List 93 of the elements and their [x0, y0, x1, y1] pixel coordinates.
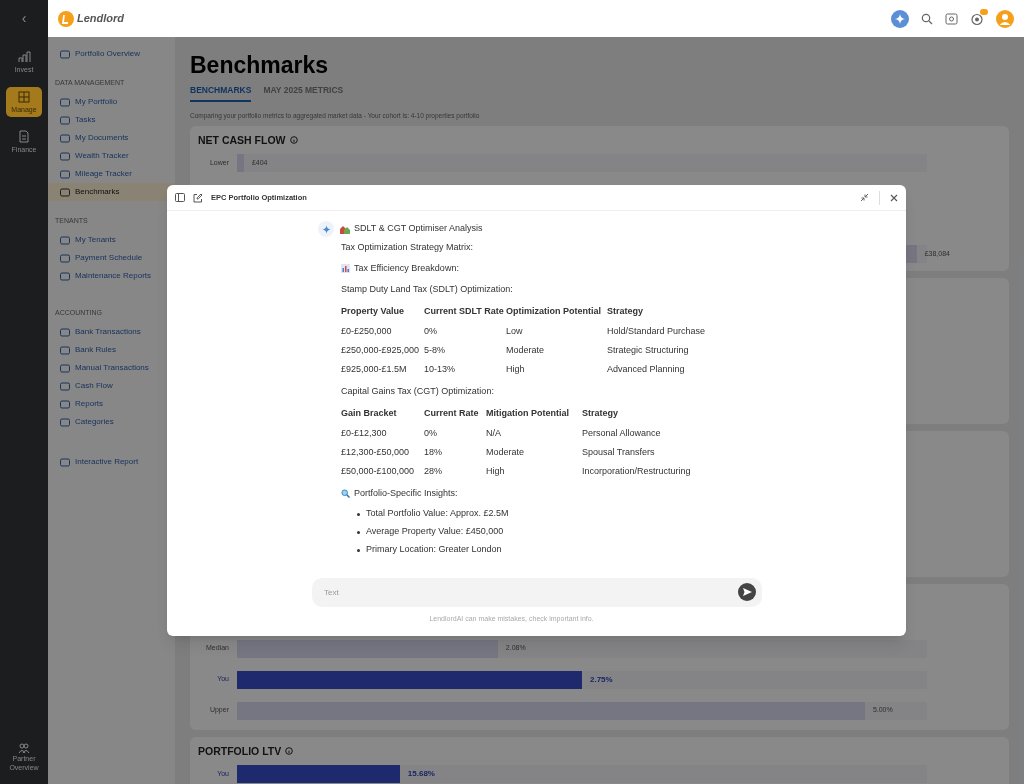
sidebar-item[interactable]: Portfolio Overview: [48, 45, 175, 63]
send-icon[interactable]: [738, 582, 756, 601]
message-heading: SDLT & CGT Optimiser Analysis: [354, 222, 483, 236]
menu-item-icon: [60, 49, 70, 59]
bullet: [357, 548, 360, 552]
bar-chart-icon: [341, 264, 350, 273]
card-title: NET CASH FLOW: [198, 132, 286, 148]
table-cell-text: Advanced Planning: [607, 362, 686, 376]
sidebar-item[interactable]: Payment Schedule: [48, 249, 175, 267]
column-header: Current SDLT Rate: [424, 305, 505, 319]
info-icon[interactable]: [289, 136, 298, 145]
table-cell-text: £12,300-£50,000: [341, 445, 411, 459]
table-cell-text: Spousal Transfers: [582, 445, 656, 459]
notification-icon[interactable]: [970, 11, 984, 26]
back-button[interactable]: ‹: [21, 8, 27, 29]
table-cell-text: £50,000-£100,000: [341, 464, 416, 478]
sidebar-item[interactable]: Bank Transactions: [48, 323, 175, 341]
message-text: Tax Optimization Strategy Matrix:: [341, 240, 474, 254]
table-cell-text: Incorporation/Restructuring: [582, 464, 692, 478]
table-cell-text: N/A: [486, 426, 502, 440]
houses-icon: [340, 224, 350, 234]
sidebar-item[interactable]: Maintenance Reports: [48, 267, 175, 285]
message-input[interactable]: Text: [312, 577, 762, 607]
table-cell-text: High: [506, 362, 526, 376]
table-cell-text: 28%: [424, 464, 443, 478]
sidebar-item[interactable]: My Documents: [48, 129, 175, 147]
grid-icon: [18, 90, 30, 103]
table-cell-text: £0-£250,000: [341, 324, 393, 338]
table-cell-text: Moderate: [506, 343, 546, 357]
screen-icon[interactable]: [945, 12, 958, 25]
sidebar-item[interactable]: Benchmarks: [48, 183, 175, 201]
column-header: Gain Bracket: [341, 407, 398, 421]
sidebar-item[interactable]: Mileage Tracker: [48, 165, 175, 183]
table-cell-text: Strategic Structuring: [607, 343, 690, 357]
message-text: Tax Efficiency Breakdown:: [354, 261, 459, 275]
list-item-text: Total Portfolio Value: Approx. £2.5M: [366, 507, 509, 521]
menu-item-icon: [60, 457, 70, 467]
column-header: Strategy: [582, 407, 619, 421]
list-item-text: Primary Location: Greater London: [366, 543, 502, 557]
card-title: PORTFOLIO LTV: [198, 743, 282, 759]
brand-name: Lendlord: [77, 11, 125, 27]
table-cell-text: 5-8%: [424, 343, 446, 357]
column-header: Current Rate: [424, 407, 480, 421]
bullet: [357, 530, 360, 534]
collapse-icon[interactable]: [860, 193, 869, 202]
table-cell-text: 18%: [424, 445, 443, 459]
document-icon: [18, 130, 30, 143]
table-cell-text: Moderate: [486, 445, 526, 459]
bullet: [357, 512, 360, 516]
message-text: Stamp Duty Land Tax (SDLT) Optimization:: [341, 282, 513, 296]
people-icon: [18, 742, 30, 754]
column-header: Optimization Potential: [506, 305, 602, 319]
sidebar-item[interactable]: Cash Flow: [48, 377, 175, 395]
table-cell-text: 0%: [424, 324, 438, 338]
bar-value: 15.68%: [407, 768, 435, 781]
table-cell-text: 0%: [424, 426, 438, 440]
sidebar-item[interactable]: My Tenants: [48, 231, 175, 249]
sparkle-icon: [321, 224, 331, 234]
table-cell-text: Personal Allowance: [582, 426, 662, 440]
list-item-text: Average Property Value: £450,000: [366, 525, 504, 539]
table-cell-text: 10-13%: [424, 362, 457, 376]
sidebar-item[interactable]: Categories: [48, 413, 175, 431]
column-header: Strategy: [607, 305, 644, 319]
table-cell-text: £925,000-£1.5M: [341, 362, 408, 376]
sidebar-item[interactable]: My Portfolio: [48, 93, 175, 111]
table-cell-text: Hold/Standard Purchase: [607, 324, 707, 338]
magnifier-icon: [341, 489, 350, 498]
close-icon[interactable]: [890, 193, 898, 202]
table-cell-text: High: [486, 464, 506, 478]
info-icon[interactable]: [285, 747, 294, 756]
logo-icon: [58, 10, 74, 27]
edit-icon[interactable]: [193, 192, 203, 203]
table-cell-text: Low: [506, 324, 524, 338]
message-text: Portfolio-Specific Insights:: [354, 486, 458, 500]
sidebar-item[interactable]: Tasks: [48, 111, 175, 129]
table-cell-text: £0-£12,300: [341, 426, 388, 440]
page-title: Benchmarks: [190, 51, 330, 79]
sidebar-item[interactable]: Wealth Tracker: [48, 147, 175, 165]
sidebar-item[interactable]: Reports: [48, 395, 175, 413]
sidebar-toggle-icon[interactable]: [175, 193, 185, 202]
tab[interactable]: MAY 2025 METRICS: [263, 84, 344, 102]
sidebar-item[interactable]: Interactive Report: [48, 453, 175, 471]
tab[interactable]: BENCHMARKS: [190, 84, 252, 102]
sparkle-icon[interactable]: [891, 9, 909, 28]
column-header: Mitigation Potential: [486, 407, 570, 421]
sidebar-item[interactable]: Bank Rules: [48, 341, 175, 359]
column-header: Property Value: [341, 305, 406, 319]
sidebar-item[interactable]: Manual Transactions: [48, 359, 175, 377]
chart-icon: [17, 50, 31, 63]
message-text: Capital Gains Tax (CGT) Optimization:: [341, 384, 494, 398]
table-cell-text: £250,000-£925,000: [341, 343, 421, 357]
search-icon[interactable]: [921, 12, 933, 25]
bar-value: 2.75%: [590, 673, 613, 686]
